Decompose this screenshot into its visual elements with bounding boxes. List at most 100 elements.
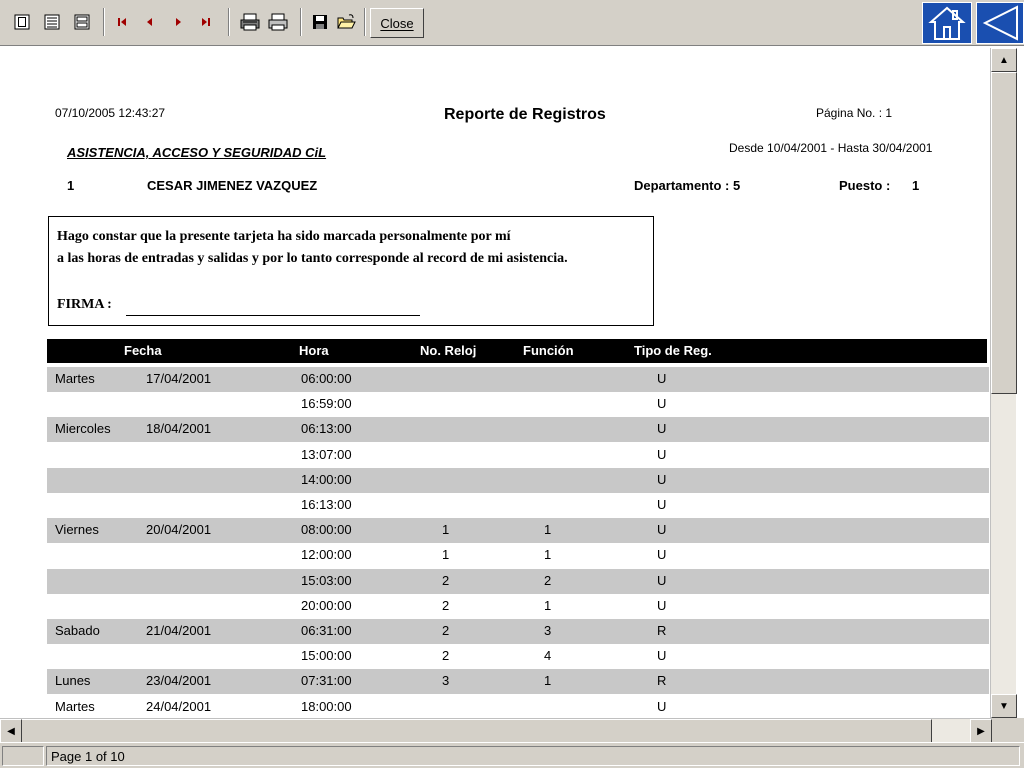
cell-type: U [657,648,667,664]
scroll-down-arrow-icon[interactable]: ▼ [991,694,1017,718]
cell-time: 13:07:00 [301,446,352,462]
cell-day: Lunes [55,673,91,689]
scroll-up-arrow-icon[interactable]: ▲ [991,48,1017,72]
close-button-label: Close [380,15,414,31]
employee-name: CESAR JIMENEZ VAZQUEZ [147,178,318,193]
signature-label: FIRMA : [57,297,112,312]
last-page-icon[interactable] [194,10,218,34]
cell-type: U [657,446,667,462]
cell-type: U [657,698,667,714]
cell-clock: 2 [442,572,450,588]
cell-type: U [657,371,667,386]
cell-time: 06:31:00 [301,623,352,638]
header-funcion: Función [523,343,574,358]
cell-time: 16:13:00 [301,497,352,512]
print-icon[interactable] [266,10,290,34]
table-row: 20:00:00 2 1 U [47,594,989,619]
cell-date: 17/04/2001 [146,371,212,386]
next-page-icon[interactable] [166,10,190,34]
report-title: Reporte de Registros [444,106,606,123]
cell-day: Sabado [55,623,100,638]
back-icon [982,5,1018,41]
cell-clock: 1 [442,522,450,538]
cell-type: U [657,547,667,563]
cell-time: 15:00:00 [301,648,352,664]
declaration-box: Hago constar que la presente tarjeta ha … [48,216,654,326]
table-row: Martes 17/04/2001 06:00:00 U [47,367,989,392]
cell-function: 1 [544,673,552,689]
header-tipo: Tipo de Reg. [634,343,712,358]
table-row: 16:13:00 U [47,493,989,518]
date-range: Desde 10/04/2001 - Hasta 30/04/2001 [729,141,933,155]
position-value: 1 [912,178,920,193]
cell-time: 07:31:00 [301,673,352,689]
cell-day: Miercoles [55,421,111,437]
cell-day: Martes [55,371,95,386]
report-printed-at: 07/10/2005 12:43:27 [55,106,166,120]
home-button[interactable] [922,2,972,44]
table-row: 15:00:00 2 4 U [47,644,989,669]
header-reloj: No. Reloj [420,343,477,358]
vertical-scrollbar[interactable]: ▲ ▼ [990,48,1017,718]
employee-id: 1 [67,178,75,193]
horizontal-scroll-thumb[interactable] [4,719,932,743]
table-row: 16:59:00 U [47,392,989,417]
print-setup-icon[interactable] [238,10,262,34]
cell-clock: 2 [442,623,450,638]
position-label: Puesto : [839,178,891,193]
cell-function: 3 [544,623,552,638]
open-icon[interactable] [334,10,358,34]
cell-date: 20/04/2001 [146,522,212,538]
close-button[interactable]: Close [370,8,424,38]
cell-type: U [657,572,667,588]
toolbar-separator [228,8,230,36]
cell-type: U [657,421,667,437]
cell-function: 1 [544,547,552,563]
back-button[interactable] [976,2,1024,44]
toolbar-separator [300,8,302,36]
cell-date: 23/04/2001 [146,673,212,689]
declaration-line-1: Hago constar que la presente tarjeta ha … [57,229,511,244]
vertical-scroll-thumb[interactable] [991,72,1017,394]
cell-time: 06:00:00 [301,371,352,386]
status-cell-empty [2,746,44,766]
cell-time: 20:00:00 [301,597,352,613]
cell-time: 08:00:00 [301,522,352,538]
cell-type: R [657,623,667,638]
scrollbar-corner [992,718,1024,742]
two-page-icon[interactable] [40,10,64,34]
scroll-left-arrow-icon[interactable]: ◀ [0,719,22,743]
cell-clock: 3 [442,673,450,689]
table-row: Lunes 23/04/2001 07:31:00 3 1 R [47,669,989,695]
cell-function: 1 [544,597,552,613]
table-row: 12:00:00 1 1 U [47,543,989,568]
company-name: ASISTENCIA, ACCESO Y SEGURIDAD CiL [67,145,327,160]
table-header: Fecha Hora No. Reloj Función Tipo de Reg… [47,339,987,363]
cell-time: 14:00:00 [301,471,352,487]
horizontal-scrollbar[interactable]: ◀ ▶ [0,718,992,743]
cell-time: 15:03:00 [301,572,352,588]
table-row: 13:07:00 U [47,443,989,468]
cell-type: U [657,396,667,412]
table-row: 14:00:00 U [47,467,989,493]
cell-type: U [657,597,667,613]
scroll-right-arrow-icon[interactable]: ▶ [970,719,992,743]
save-icon[interactable] [308,10,332,34]
status-page-info: Page 1 of 10 [46,746,1020,766]
table-row: 15:03:00 2 2 U [47,568,989,594]
one-page-icon[interactable] [10,10,34,34]
header-fecha: Fecha [124,343,162,358]
cell-time: 16:59:00 [301,396,352,412]
report-page-number: Página No. : 1 [816,106,893,120]
cell-clock: 1 [442,547,450,563]
cell-day: Viernes [55,522,99,538]
home-icon [928,6,966,40]
fit-page-icon[interactable] [70,10,94,34]
cell-clock: 2 [442,648,450,664]
cell-function: 1 [544,522,552,538]
cell-type: U [657,522,667,538]
table-row: Martes 24/04/2001 18:00:00 U [47,695,989,720]
prev-page-icon[interactable] [138,10,162,34]
first-page-icon[interactable] [110,10,134,34]
cell-function: 4 [544,648,552,664]
